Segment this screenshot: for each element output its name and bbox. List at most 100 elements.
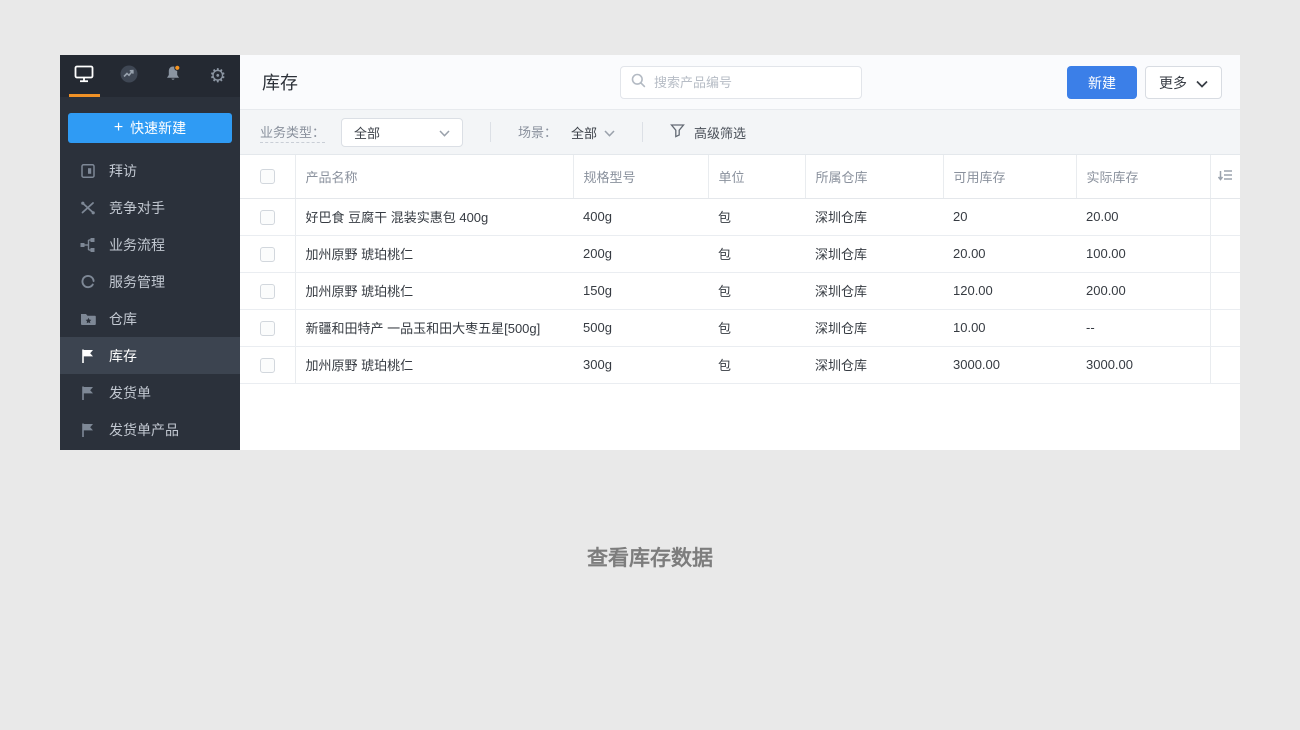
table-row[interactable]: 好巴食 豆腐干 混装实惠包 400g 400g 包 深圳仓库 20 20.00 [240, 198, 1240, 236]
cell-spec: 200g [573, 235, 708, 273]
flag-icon [79, 384, 96, 401]
sidebar-item-warehouse[interactable]: 仓库 [60, 300, 240, 337]
column-header-product-name: 产品名称 [295, 155, 574, 199]
sidebar-item-label: 竞争对手 [109, 199, 165, 216]
sidebar-menu: 拜访 竞争对手 业务流程 服务管理 仓库 库存 发货单 发货单产品 [60, 152, 240, 448]
cell-warehouse: 深圳仓库 [805, 198, 943, 236]
row-checkbox[interactable] [259, 283, 275, 299]
sidebar-item-label: 仓库 [109, 310, 137, 327]
cell-spec: 400g [573, 198, 708, 236]
cell-available: 20 [943, 198, 1076, 236]
sidebar-item-label: 业务流程 [109, 236, 165, 253]
scene-select[interactable]: 全部 [571, 123, 615, 142]
sidebar-item-shipments[interactable]: 发货单 [60, 374, 240, 411]
inventory-table: 产品名称 规格型号 单位 所属仓库 可用库存 实际库存 好巴食 豆腐干 混装实惠… [240, 155, 1240, 450]
search-input[interactable] [654, 75, 851, 90]
new-button[interactable]: 新建 [1067, 66, 1137, 99]
flag-icon [79, 347, 96, 364]
cell-product-name: 加州原野 琥珀桃仁 [295, 272, 573, 310]
quick-create-button[interactable]: + 快速新建 [68, 113, 232, 143]
settings-tab[interactable]: ⚙ [196, 55, 241, 97]
bell-icon [163, 64, 183, 89]
column-header-spec: 规格型号 [573, 155, 709, 199]
more-button[interactable]: 更多 [1145, 66, 1222, 99]
sidebar-item-workflow[interactable]: 业务流程 [60, 226, 240, 263]
cell-actual: 20.00 [1076, 198, 1211, 236]
cell-spec: 300g [573, 346, 708, 384]
cell-actual: -- [1076, 309, 1211, 347]
sidebar-item-label: 库存 [109, 347, 137, 364]
page-header: 库存 新建 更多 [240, 55, 1240, 110]
more-button-label: 更多 [1159, 74, 1187, 91]
sidebar-topbar: ⚙ [60, 55, 240, 97]
monitor-icon [74, 65, 94, 88]
notifications-tab[interactable] [151, 55, 196, 97]
screenshot-caption: 查看库存数据 [587, 547, 713, 570]
chevron-down-icon [604, 125, 615, 140]
column-settings-icon[interactable] [1217, 168, 1233, 182]
row-checkbox[interactable] [259, 246, 275, 262]
divider [490, 122, 492, 142]
divider [642, 122, 644, 142]
page-title: 库存 [262, 73, 298, 93]
column-header-unit: 单位 [708, 155, 806, 199]
select-all-checkbox[interactable] [259, 169, 275, 185]
cell-product-name: 加州原野 琥珀桃仁 [295, 346, 573, 384]
table-row[interactable]: 加州原野 琥珀桃仁 300g 包 深圳仓库 3000.00 3000.00 [240, 346, 1240, 384]
cell-actual: 100.00 [1076, 235, 1211, 273]
app-window: ⚙ + 快速新建 拜访 竞争对手 业务流程 服务管理 仓库 库存 发货单 发货单… [60, 55, 1240, 450]
sidebar-item-shipment-products[interactable]: 发货单产品 [60, 411, 240, 448]
sidebar-item-competitors[interactable]: 竞争对手 [60, 189, 240, 226]
gear-icon: ⚙ [209, 65, 227, 87]
folder-star-icon [79, 310, 96, 327]
cell-spec: 150g [573, 272, 708, 310]
advanced-filter[interactable]: 高级筛选 [670, 123, 746, 142]
cell-unit: 包 [708, 309, 805, 347]
cell-available: 3000.00 [943, 346, 1076, 384]
cell-unit: 包 [708, 198, 805, 236]
sidebar-item-service[interactable]: 服务管理 [60, 263, 240, 300]
funnel-icon [670, 123, 685, 141]
main-panel: 库存 新建 更多 业务类型： 全部 [240, 55, 1240, 450]
search-icon [631, 73, 646, 93]
column-header-available: 可用库存 [943, 155, 1077, 199]
crossed-tools-icon [79, 199, 96, 216]
cell-warehouse: 深圳仓库 [805, 309, 943, 347]
table-row[interactable]: 加州原野 琥珀桃仁 200g 包 深圳仓库 20.00 100.00 [240, 235, 1240, 273]
cell-unit: 包 [708, 272, 805, 310]
advanced-filter-label: 高级筛选 [694, 125, 747, 141]
analytics-tab[interactable] [107, 55, 152, 97]
cell-product-name: 加州原野 琥珀桃仁 [295, 235, 573, 273]
plus-icon: + [113, 119, 124, 136]
cell-actual: 200.00 [1076, 272, 1211, 310]
cell-spec: 500g [573, 309, 708, 347]
quick-create-label: 快速新建 [130, 120, 187, 136]
sidebar-item-visits[interactable]: 拜访 [60, 152, 240, 189]
sidebar-item-inventory[interactable]: 库存 [60, 337, 240, 374]
row-checkbox[interactable] [259, 209, 275, 225]
sidebar-item-label: 发货单产品 [109, 421, 179, 438]
sidebar-item-label: 拜访 [109, 162, 137, 179]
cell-unit: 包 [708, 235, 805, 273]
scene-value: 全部 [571, 125, 598, 141]
cell-available: 120.00 [943, 272, 1076, 310]
table-row[interactable]: 新疆和田特产 一品玉和田大枣五星[500g] 500g 包 深圳仓库 10.00… [240, 309, 1240, 347]
sidebar: ⚙ + 快速新建 拜访 竞争对手 业务流程 服务管理 仓库 库存 发货单 发货单… [60, 55, 240, 450]
cell-product-name: 新疆和田特产 一品玉和田大枣五星[500g] [295, 309, 573, 347]
cell-warehouse: 深圳仓库 [805, 272, 943, 310]
business-type-select[interactable]: 全部 [341, 117, 464, 147]
column-header-warehouse: 所属仓库 [805, 155, 944, 199]
sidebar-item-label: 服务管理 [109, 273, 165, 290]
cell-unit: 包 [708, 346, 805, 384]
scene-label: 场景： [518, 125, 558, 140]
cell-actual: 3000.00 [1076, 346, 1211, 384]
row-checkbox[interactable] [259, 320, 275, 336]
workbench-tab[interactable] [62, 55, 107, 97]
flow-icon [79, 236, 96, 253]
business-type-label: 业务类型： [260, 122, 326, 143]
filter-bar: 业务类型： 全部 场景： 全部 高级筛选 [240, 110, 1240, 155]
table-row[interactable]: 加州原野 琥珀桃仁 150g 包 深圳仓库 120.00 200.00 [240, 272, 1240, 310]
chevron-down-icon [439, 125, 450, 140]
cell-available: 20.00 [943, 235, 1076, 273]
row-checkbox[interactable] [259, 357, 275, 373]
